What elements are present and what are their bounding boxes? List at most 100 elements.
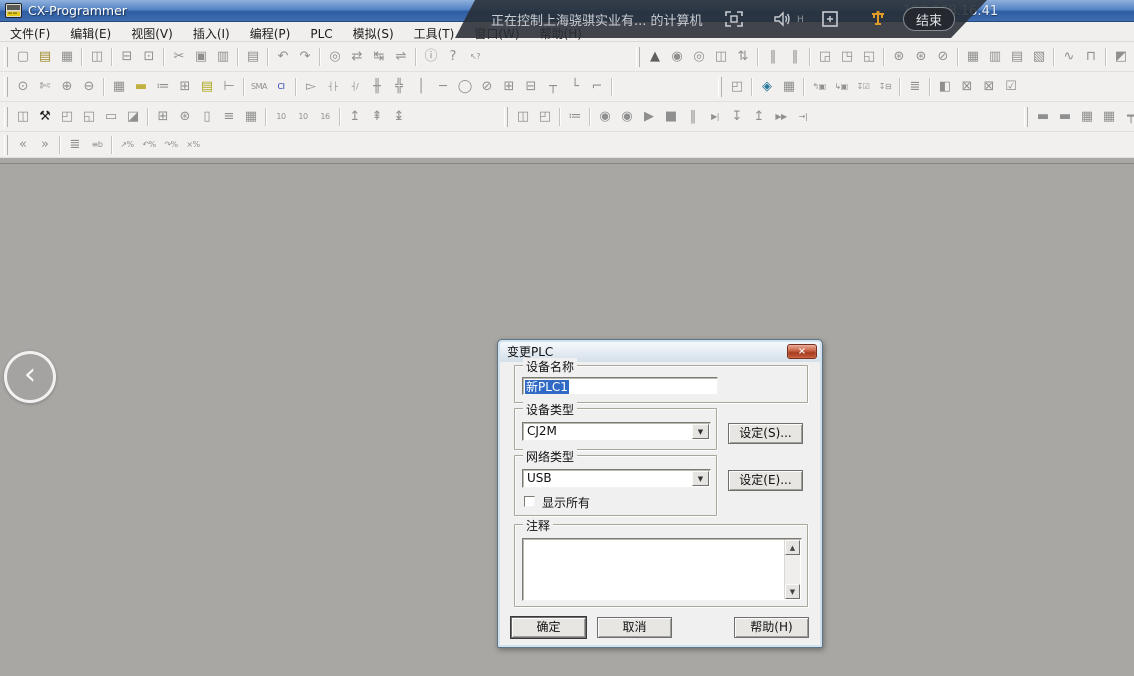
edit-check-icon[interactable]: ↧☑ <box>853 77 874 97</box>
plc-memory-icon[interactable]: ▥ <box>985 47 1006 67</box>
tools-pin-icon[interactable] <box>867 8 889 30</box>
save-project-icon[interactable]: ▦ <box>57 47 78 67</box>
toolbar-grip[interactable] <box>4 107 8 127</box>
online-edit-send-icon[interactable]: ◫ <box>513 107 534 127</box>
menu-item-plc[interactable]: PLC <box>300 24 342 43</box>
data-trace-icon[interactable]: ▧ <box>1029 47 1050 67</box>
fullscreen-icon[interactable] <box>723 8 745 30</box>
close-icon[interactable]: × <box>787 344 817 359</box>
decimal-format-icon[interactable]: 10 <box>271 107 292 127</box>
comm-node-icon[interactable]: ▦ <box>1077 107 1098 127</box>
new-or-contact-icon[interactable]: ╫ <box>367 77 388 97</box>
menu-item-program[interactable]: 编程(P) <box>240 22 301 44</box>
step-in-icon[interactable]: ↧ <box>727 107 748 127</box>
set-reset-icon[interactable]: ↨ <box>389 107 410 127</box>
zoom-out-icon[interactable]: ⊖ <box>79 77 100 97</box>
print-preview-icon[interactable]: ⊡ <box>139 47 160 67</box>
io-table-icon[interactable]: ▦ <box>963 47 984 67</box>
toolbar-grip[interactable] <box>4 47 8 67</box>
open-project-icon[interactable]: ▤ <box>35 47 56 67</box>
device-settings-button[interactable]: 设定(S)... <box>728 423 803 444</box>
compile-program-icon[interactable]: ◫ <box>87 47 108 67</box>
zoom-in-icon[interactable]: ⊕ <box>57 77 78 97</box>
indent-left-icon[interactable]: « <box>13 135 34 155</box>
schedule-icon[interactable]: ▦ <box>779 77 800 97</box>
force-toggle-icon[interactable]: ↷% <box>161 135 182 155</box>
address-list-icon[interactable]: ≡b <box>87 135 108 155</box>
cancel-button[interactable]: 取消 <box>597 617 672 638</box>
check-program-icon[interactable]: ⊛ <box>889 47 910 67</box>
ci-view-icon[interactable]: CI <box>271 77 292 97</box>
pause-icon[interactable]: ‖ <box>785 47 806 67</box>
window-cascade-icon[interactable]: ◫ <box>13 107 34 127</box>
layers-icon[interactable]: ◈ <box>757 77 778 97</box>
new-contact-icon[interactable]: ┤├ <box>323 77 344 97</box>
delete-branch-icon[interactable]: ⌐ <box>587 77 608 97</box>
end-session-button[interactable]: 结束 <box>903 7 955 31</box>
transfer-from-plc-icon[interactable]: ◳ <box>837 47 858 67</box>
help-icon[interactable]: ? <box>443 47 464 67</box>
show-all-checkbox[interactable] <box>524 496 535 507</box>
time-chart-icon[interactable]: ⊓ <box>1081 47 1102 67</box>
menu-item-file[interactable]: 文件(F) <box>0 22 60 44</box>
work-online-icon[interactable]: ▲ <box>645 47 666 67</box>
paste-special-icon[interactable]: ▤ <box>243 47 264 67</box>
options-icon[interactable]: ≔ <box>565 107 586 127</box>
zoom-select-icon[interactable]: ⊙ <box>13 77 34 97</box>
online-edit-release-icon[interactable]: ◰ <box>535 107 556 127</box>
page-setup-icon[interactable]: ◰ <box>727 77 748 97</box>
continuous-run-icon[interactable]: ▶▶ <box>771 107 792 127</box>
properties-icon[interactable]: ◪ <box>123 107 144 127</box>
device-type-select[interactable]: CJ2M ▼ <box>522 422 711 441</box>
watch-window-icon[interactable]: ▦ <box>241 107 262 127</box>
new-coil-icon[interactable]: ◯ <box>455 77 476 97</box>
step-trace-icon[interactable]: ∿ <box>1059 47 1080 67</box>
device-name-input[interactable]: 新PLC1 <box>522 377 718 395</box>
io-comment-icon[interactable]: ⊛ <box>175 107 196 127</box>
mnemonic-view-icon[interactable]: SMA <box>249 77 270 97</box>
chevron-down-icon[interactable]: ▼ <box>692 471 709 486</box>
comm-modem-icon[interactable]: ▬ <box>1033 107 1054 127</box>
signed-decimal-format-icon[interactable]: 10 <box>293 107 314 127</box>
new-instruction-icon[interactable]: ⊞ <box>499 77 520 97</box>
hex-format-icon[interactable]: 16 <box>315 107 336 127</box>
help-button[interactable]: 帮助(H) <box>734 617 809 638</box>
address-reference-icon[interactable]: ▯ <box>197 107 218 127</box>
menu-item-simulation[interactable]: 模拟(S) <box>343 22 404 44</box>
toolbar-grip[interactable] <box>504 107 508 127</box>
edit-above-icon[interactable]: ↰▣ <box>809 77 830 97</box>
change-all-icon[interactable]: ⇌ <box>391 47 412 67</box>
toolbar-grip[interactable] <box>4 77 8 97</box>
paste-icon[interactable]: ▥ <box>213 47 234 67</box>
window-tile-v-icon[interactable]: ◱ <box>79 107 100 127</box>
chevron-down-icon[interactable]: ▼ <box>692 424 709 439</box>
new-closed-coil-icon[interactable]: ⊘ <box>477 77 498 97</box>
window-float-icon[interactable]: ▭ <box>101 107 122 127</box>
comment-scrollbar[interactable]: ▲ ▼ <box>784 540 800 599</box>
window-close-icon[interactable]: ⊠ <box>979 77 1000 97</box>
select-tool-icon[interactable]: ▻ <box>301 77 322 97</box>
zoom-cut-icon[interactable]: ✄ <box>35 77 56 97</box>
network-type-select[interactable]: USB ▼ <box>522 469 711 488</box>
plc-settings-icon[interactable]: ▤ <box>1007 47 1028 67</box>
pause-simulation-icon[interactable]: ◉ <box>595 107 616 127</box>
local-symbols-icon[interactable]: ≡ <box>219 107 240 127</box>
corner-branch-icon[interactable]: └ <box>565 77 586 97</box>
network-settings-button[interactable]: 设定(E)... <box>728 470 803 491</box>
redo-icon[interactable]: ↷ <box>295 47 316 67</box>
vertical-line-icon[interactable]: │ <box>411 77 432 97</box>
force-cancel-icon[interactable]: ×% <box>183 135 204 155</box>
comment-textarea[interactable]: ▲ ▼ <box>522 538 802 601</box>
edit-remove-icon[interactable]: ↧⊟ <box>875 77 896 97</box>
new-window-icon[interactable] <box>819 8 841 30</box>
ladder-monitor-icon[interactable]: ▤ <box>197 77 218 97</box>
toolbar-grip[interactable] <box>636 47 640 67</box>
speaker-icon[interactable] <box>771 8 793 30</box>
comment-note-icon[interactable]: ▬ <box>131 77 152 97</box>
mnemonic-tree-icon[interactable]: ⊢ <box>219 77 240 97</box>
scroll-up-icon[interactable]: ▲ <box>785 540 800 555</box>
lock-icon[interactable]: ◩ <box>1111 47 1132 67</box>
check-all-programs-icon[interactable]: ⊛ <box>911 47 932 67</box>
differentiate-up-icon[interactable]: ↥ <box>345 107 366 127</box>
drag-handle-icon[interactable]: H <box>797 15 804 25</box>
